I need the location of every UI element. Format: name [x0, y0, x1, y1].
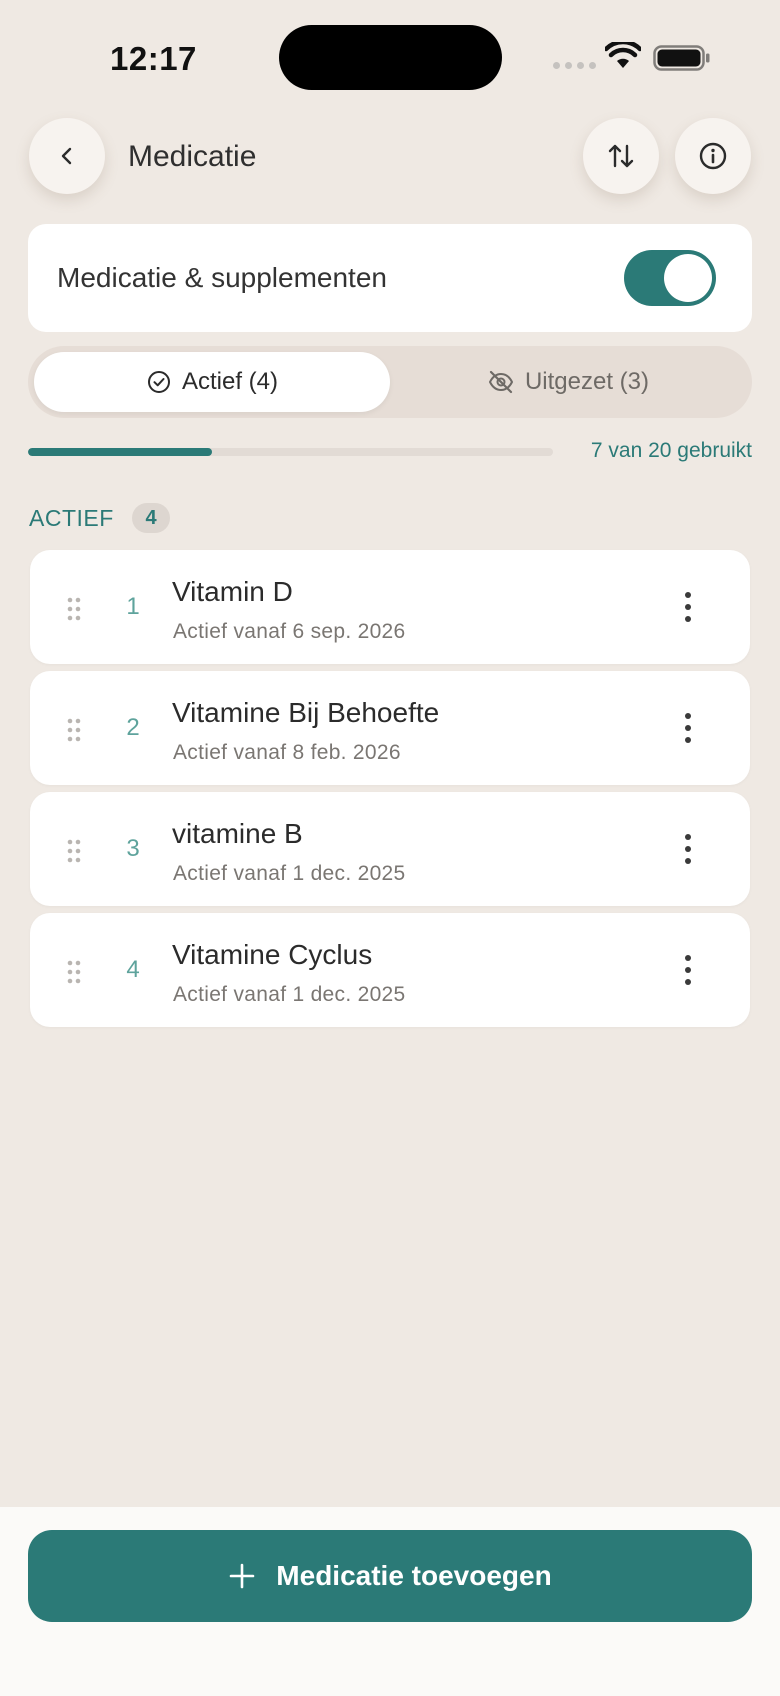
tab-uitgezet-label: Uitgezet (3): [524, 368, 650, 395]
drag-handle-icon[interactable]: [67, 839, 81, 863]
toggle-label: Medicatie & supplementen: [57, 262, 387, 293]
info-button[interactable]: [675, 118, 751, 194]
drag-handle-icon[interactable]: [67, 960, 81, 984]
tab-actief-label: Actief (4): [181, 368, 279, 395]
medication-toggle-switch[interactable]: [624, 250, 716, 306]
more-vertical-icon: [685, 834, 691, 840]
signal-icon: [553, 62, 596, 69]
usage-text: 7 van 20 gebruikt: [590, 439, 752, 462]
medication-list: 1 Vitamin D Actief vanaf 6 sep. 2026 2 V…: [30, 550, 750, 1034]
sort-arrows-icon: [608, 144, 634, 168]
plus-icon: [229, 1563, 255, 1589]
list-item[interactable]: 3 vitamine B Actief vanaf 1 dec. 2025: [30, 792, 750, 906]
eye-off-icon: [488, 370, 513, 394]
item-name: Vitamin D: [172, 576, 293, 607]
back-button[interactable]: [29, 118, 105, 194]
section-count-badge: 4: [132, 503, 170, 533]
chevron-left-icon: [61, 147, 72, 165]
info-icon: [699, 142, 727, 170]
status-tabs: Actief (4) Uitgezet (3): [28, 346, 752, 418]
item-subtitle: Actief vanaf 1 dec. 2025: [173, 983, 406, 1006]
drag-handle-icon[interactable]: [67, 718, 81, 742]
item-index: 1: [126, 593, 140, 620]
status-bar: 12:17: [0, 0, 780, 116]
usage-progress-bar: [28, 448, 553, 456]
more-options-button[interactable]: [678, 713, 698, 743]
check-circle-icon: [147, 371, 170, 393]
item-name: Vitamine Bij Behoefte: [172, 697, 440, 728]
list-item[interactable]: 1 Vitamin D Actief vanaf 6 sep. 2026: [30, 550, 750, 664]
more-vertical-icon: [685, 955, 691, 961]
drag-handle-icon[interactable]: [67, 597, 81, 621]
more-vertical-icon: [685, 713, 691, 719]
add-medication-label: Medicatie toevoegen: [276, 1560, 552, 1591]
battery-icon: [653, 45, 710, 71]
list-item[interactable]: 2 Vitamine Bij Behoefte Actief vanaf 8 f…: [30, 671, 750, 785]
status-time: 12:17: [110, 40, 197, 77]
item-index: 4: [126, 956, 140, 983]
more-options-button[interactable]: [678, 834, 698, 864]
switch-knob: [664, 254, 712, 302]
wifi-icon: [605, 42, 641, 68]
tab-actief[interactable]: Actief (4): [34, 352, 390, 412]
item-subtitle: Actief vanaf 8 feb. 2026: [173, 741, 401, 764]
more-vertical-icon: [685, 592, 691, 598]
more-options-button[interactable]: [678, 955, 698, 985]
more-options-button[interactable]: [678, 592, 698, 622]
item-subtitle: Actief vanaf 6 sep. 2026: [173, 620, 406, 643]
usage-progress-fill: [28, 448, 212, 456]
item-name: vitamine B: [172, 818, 303, 849]
dynamic-island: [279, 25, 502, 90]
add-medication-button[interactable]: Medicatie toevoegen: [28, 1530, 752, 1622]
medication-toggle-card: Medicatie & supplementen: [28, 224, 752, 332]
section-title: ACTIEF: [29, 505, 114, 531]
item-subtitle: Actief vanaf 1 dec. 2025: [173, 862, 406, 885]
page-title: Medicatie: [128, 140, 257, 173]
list-item[interactable]: 4 Vitamine Cyclus Actief vanaf 1 dec. 20…: [30, 913, 750, 1027]
item-index: 3: [126, 835, 140, 862]
sort-button[interactable]: [583, 118, 659, 194]
tab-uitgezet[interactable]: Uitgezet (3): [390, 352, 746, 412]
item-index: 2: [126, 714, 140, 741]
item-name: Vitamine Cyclus: [172, 939, 373, 970]
